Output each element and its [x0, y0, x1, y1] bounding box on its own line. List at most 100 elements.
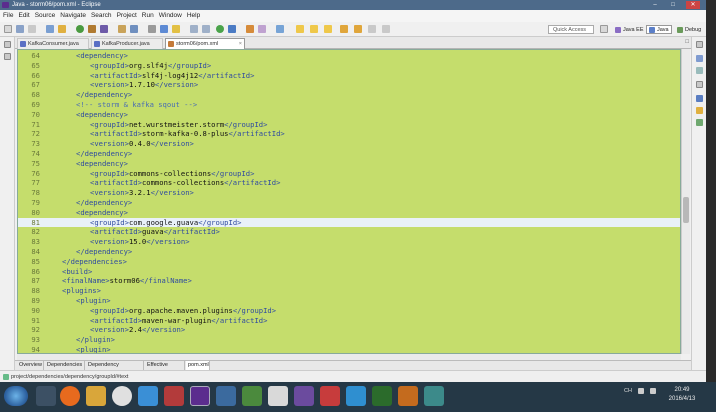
- run-icon[interactable]: [76, 25, 84, 33]
- code-line[interactable]: 73 <version>0.4.0</version>: [18, 139, 680, 149]
- menu-edit[interactable]: Edit: [18, 12, 29, 19]
- maximize-icon[interactable]: □: [666, 1, 680, 9]
- perspective-debug[interactable]: Debug: [674, 25, 704, 34]
- code-line[interactable]: 79 </dependency>: [18, 198, 680, 208]
- new-file-icon[interactable]: [4, 25, 12, 33]
- perspective-java-ee[interactable]: Java EE: [612, 25, 646, 34]
- forward-icon[interactable]: [202, 25, 210, 33]
- search-icon[interactable]: [130, 25, 138, 33]
- volume-icon[interactable]: [650, 388, 656, 394]
- perspective-java[interactable]: Java: [646, 25, 672, 34]
- code-line[interactable]: 89 <plugin>: [18, 296, 680, 306]
- restore-console-icon[interactable]: [696, 81, 703, 88]
- code-line[interactable]: 90 <groupId>org.apache.maven.plugins</gro…: [18, 306, 680, 316]
- code-line[interactable]: 81 <groupId>com.google.guava</groupId>: [18, 217, 680, 228]
- code-line[interactable]: 76 <groupId>commons-collections</groupId>: [18, 169, 680, 179]
- code-line[interactable]: 72 <artifactId>storm-kafka-0.8-plus</arti…: [18, 129, 680, 139]
- run-server-icon[interactable]: [216, 25, 224, 33]
- previous-annotation-icon[interactable]: [172, 25, 180, 33]
- code-line[interactable]: 64 <dependency>: [18, 51, 680, 61]
- code-line[interactable]: 74 </dependency>: [18, 149, 680, 159]
- save-all-icon[interactable]: [28, 25, 36, 33]
- code-line[interactable]: 91 <artifactId>maven-war-plugin</artifact…: [18, 316, 680, 326]
- minimize-icon[interactable]: –: [648, 1, 662, 9]
- taskbar-app-10-icon[interactable]: [372, 386, 392, 406]
- taskbar-app-9-icon[interactable]: [346, 386, 366, 406]
- network-icon[interactable]: [638, 388, 644, 394]
- taskbar-app-11-icon[interactable]: [398, 386, 418, 406]
- code-line[interactable]: 78 <version>3.2.1</version>: [18, 188, 680, 198]
- open-task-icon[interactable]: [258, 25, 266, 33]
- menu-project[interactable]: Project: [117, 12, 137, 19]
- close-icon[interactable]: ✕: [686, 1, 700, 9]
- taskbar-app-12-icon[interactable]: [424, 386, 444, 406]
- code-line[interactable]: 77 <artifactId>commons-collections</artif…: [18, 178, 680, 188]
- drop-down-icon[interactable]: [368, 25, 376, 33]
- taskbar-app-6-icon[interactable]: [268, 386, 288, 406]
- editor-tab-2[interactable]: KafkaProducer.java: [91, 38, 163, 49]
- bookmark-icon[interactable]: [354, 25, 362, 33]
- code-line[interactable]: 92 <version>2.4</version>: [18, 325, 680, 335]
- menu-navigate[interactable]: Navigate: [60, 12, 86, 19]
- menu-source[interactable]: Source: [35, 12, 56, 19]
- editor-tab-1[interactable]: KafkaConsumer.java: [17, 38, 89, 49]
- maximize-editor-icon[interactable]: □: [685, 39, 689, 45]
- back-icon[interactable]: [190, 25, 198, 33]
- taskbar-app-3-icon[interactable]: [164, 386, 184, 406]
- menu-file[interactable]: File: [3, 12, 13, 19]
- external-tools-icon[interactable]: [58, 25, 66, 33]
- chrome-icon[interactable]: [112, 386, 132, 406]
- taskbar-app-7-icon[interactable]: [294, 386, 314, 406]
- code-line[interactable]: 66 <artifactId>slf4j-log4j12</artifactId>: [18, 71, 680, 81]
- history-icon[interactable]: [340, 25, 348, 33]
- editor-vertical-scrollbar[interactable]: [681, 49, 690, 354]
- firefox-icon[interactable]: [60, 386, 80, 406]
- menu-run[interactable]: Run: [142, 12, 154, 19]
- code-line[interactable]: 80 <dependency>: [18, 208, 680, 218]
- scrollbar-thumb[interactable]: [683, 197, 689, 223]
- navigate-forward-icon[interactable]: [324, 25, 332, 33]
- pin-editor-icon[interactable]: [276, 25, 284, 33]
- start-button-icon[interactable]: [4, 386, 28, 406]
- navigate-back-icon[interactable]: [310, 25, 318, 33]
- code-line[interactable]: 86 <build>: [18, 267, 680, 277]
- new-package-icon[interactable]: [88, 25, 96, 33]
- editor-tab-3[interactable]: storm06/pom.xml ×: [165, 38, 245, 49]
- toolbar-chevron-icon[interactable]: [382, 25, 390, 33]
- quick-access-input[interactable]: Quick Access: [548, 25, 594, 34]
- save-icon[interactable]: [16, 25, 24, 33]
- new-class-icon[interactable]: [100, 25, 108, 33]
- package-explorer-icon[interactable]: [4, 53, 11, 60]
- code-line[interactable]: 87 <finalName>storm06</finalName>: [18, 276, 680, 286]
- taskbar-app-2-icon[interactable]: [138, 386, 158, 406]
- code-line[interactable]: 85 </dependencies>: [18, 257, 680, 267]
- taskbar-app-1-icon[interactable]: [36, 386, 56, 406]
- taskbar-clock[interactable]: 20:49 2016/4/13: [662, 386, 702, 404]
- pom-xml-editor[interactable]: 64 <dependency> 65 <groupId>org.slf4j</grou…: [17, 49, 681, 354]
- menu-help[interactable]: Help: [187, 12, 200, 19]
- eclipse-taskbar-icon[interactable]: [190, 386, 210, 406]
- taskbar-app-4-icon[interactable]: [216, 386, 236, 406]
- open-perspective-icon[interactable]: [600, 25, 608, 33]
- problems-icon[interactable]: [696, 95, 703, 102]
- code-line[interactable]: 82 <artifactId>guava</artifactId>: [18, 227, 680, 237]
- last-edit-icon[interactable]: [296, 25, 304, 33]
- debug-server-icon[interactable]: [228, 25, 236, 33]
- code-line[interactable]: 88 <plugins>: [18, 286, 680, 296]
- code-line[interactable]: 94 <plugin>: [18, 345, 680, 353]
- taskbar-app-5-icon[interactable]: [242, 386, 262, 406]
- code-line[interactable]: 65 <groupId>org.slf4j</groupId>: [18, 61, 680, 71]
- code-line[interactable]: 83 <version>15.0</version>: [18, 237, 680, 247]
- menu-search[interactable]: Search: [91, 12, 112, 19]
- javadoc-icon[interactable]: [696, 107, 703, 114]
- code-line[interactable]: 70 <dependency>: [18, 110, 680, 120]
- code-line[interactable]: 84 </dependency>: [18, 247, 680, 257]
- code-line[interactable]: 93 </plugin>: [18, 335, 680, 345]
- code-line[interactable]: 75 <dependency>: [18, 159, 680, 169]
- code-line[interactable]: 69 <!-- storm & kafka sqout -->: [18, 100, 680, 110]
- restore-view-icon[interactable]: [4, 41, 11, 48]
- new-server-icon[interactable]: [246, 25, 254, 33]
- debug-icon[interactable]: [46, 25, 54, 33]
- outline-icon[interactable]: [696, 67, 703, 74]
- input-language-indicator[interactable]: CH: [624, 388, 632, 394]
